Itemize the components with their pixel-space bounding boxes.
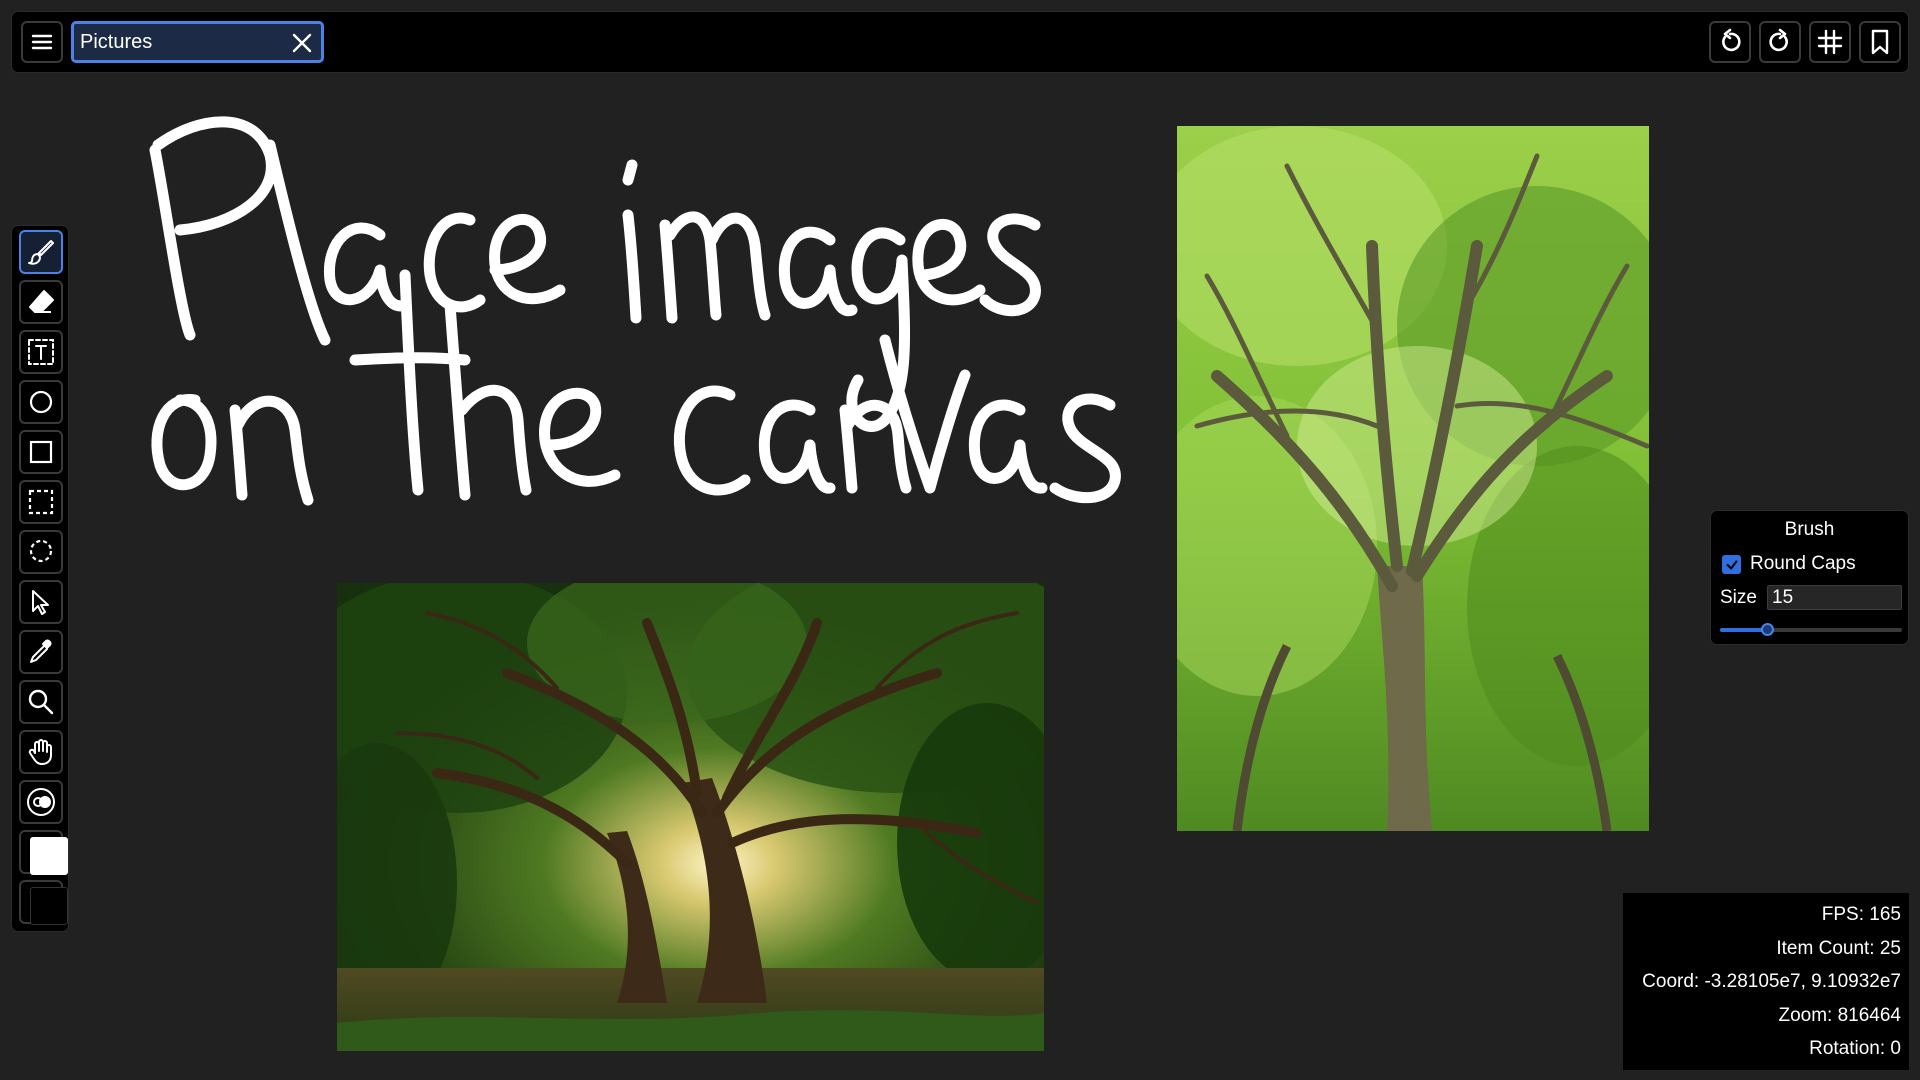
brush-settings-panel: Brush Round Caps Size (1710, 510, 1909, 645)
eraser-icon (29, 290, 54, 313)
ink-stroke-e (489, 213, 566, 305)
redo-icon (1769, 28, 1788, 52)
rect-select-icon (28, 489, 54, 515)
brush-tool[interactable] (19, 230, 63, 274)
stats-overlay: FPS: 165 Item Count: 25 Coord: -3.28105e… (1623, 893, 1909, 1070)
bookmark-icon (1871, 29, 1889, 55)
grid-button[interactable] (1809, 21, 1851, 63)
ink-stroke-a4 (968, 399, 1048, 494)
pointer-tool[interactable] (19, 580, 63, 624)
panel-title: Brush (1784, 519, 1835, 540)
eraser-tool[interactable] (19, 280, 63, 324)
ink-stroke-n2 (839, 399, 912, 494)
background-color-swatch (30, 887, 68, 925)
ink-stroke-n (229, 395, 314, 506)
eyedropper-icon (30, 639, 52, 663)
grid-hash-icon (1817, 29, 1843, 55)
size-slider-thumb[interactable] (1761, 623, 1775, 636)
text-tool[interactable] (19, 330, 63, 374)
ink-stroke-l (264, 139, 331, 346)
hamburger-menu-icon (31, 34, 53, 50)
ink-stroke-c2 (673, 385, 751, 496)
zoom-readout: Zoom: 816464 (1778, 1005, 1901, 1026)
checkmark-icon (1726, 559, 1737, 570)
rotation-readout: Rotation: 0 (1809, 1038, 1901, 1059)
redo-button[interactable] (1759, 21, 1801, 63)
ellipse-tool[interactable] (19, 380, 63, 424)
close-icon (292, 33, 312, 53)
ink-stroke-i (622, 209, 642, 324)
top-bar (11, 11, 1909, 73)
item-count-readout: Item Count: 25 (1776, 938, 1901, 959)
ink-stroke-a (323, 222, 411, 312)
brush-icon (28, 240, 54, 265)
magnifier-icon (28, 689, 54, 715)
rectangle-tool[interactable] (19, 430, 63, 474)
zoom-tool[interactable] (19, 680, 63, 724)
undo-icon (1722, 28, 1741, 52)
fps-readout: FPS: 165 (1821, 904, 1901, 925)
canvas-name-input[interactable] (80, 26, 280, 59)
tool-palette (11, 225, 69, 932)
text-icon (28, 339, 54, 365)
ink-stroke-i-dot (622, 159, 638, 186)
ink-stroke-a2 (778, 226, 858, 317)
ink-stroke-c (423, 212, 486, 313)
ink-stroke-s (979, 213, 1041, 317)
handwriting-place-images-on-the-canvas (149, 116, 1121, 506)
toggle-tool[interactable] (19, 780, 63, 824)
toggle-icon (27, 788, 55, 816)
ink-stroke-P (149, 116, 277, 341)
ink-stroke-a3 (758, 399, 836, 494)
pointer-icon (32, 590, 49, 615)
ink-stroke-s2 (1049, 393, 1121, 504)
tree-photo-tall[interactable] (1177, 126, 1649, 831)
foreground-color-button[interactable] (19, 830, 68, 875)
size-label: Size (1720, 587, 1757, 608)
ink-stroke-m (659, 211, 771, 324)
canvas-name-field[interactable] (71, 21, 324, 63)
size-slider[interactable] (1720, 623, 1902, 636)
size-input[interactable] (1767, 585, 1902, 610)
ink-stroke-o (151, 394, 217, 491)
eyedropper-tool[interactable] (19, 630, 63, 674)
bookmark-button[interactable] (1859, 21, 1901, 63)
lasso-select-icon (29, 539, 53, 563)
menu-button[interactable] (21, 21, 63, 63)
clear-name-button[interactable] (288, 29, 316, 57)
round-caps-label: Round Caps (1750, 553, 1856, 574)
square-icon (29, 440, 53, 464)
circle-icon (29, 390, 53, 414)
ink-stroke-e3 (539, 387, 621, 487)
ink-stroke-h (444, 299, 532, 501)
round-caps-checkbox[interactable] (1722, 555, 1741, 574)
foreground-color-swatch (30, 837, 68, 875)
coord-readout: Coord: -3.28105e7, 9.10932e7 (1642, 971, 1901, 992)
rect-select-tool[interactable] (19, 480, 63, 524)
hand-icon (28, 739, 52, 765)
undo-button[interactable] (1709, 21, 1751, 63)
lasso-select-tool[interactable] (19, 530, 63, 574)
ink-stroke-e2 (912, 218, 986, 306)
background-color-button[interactable] (19, 880, 68, 925)
tree-photo-wide[interactable] (337, 583, 1044, 1051)
pan-tool[interactable] (19, 730, 63, 774)
size-slider-fill (1720, 628, 1768, 632)
